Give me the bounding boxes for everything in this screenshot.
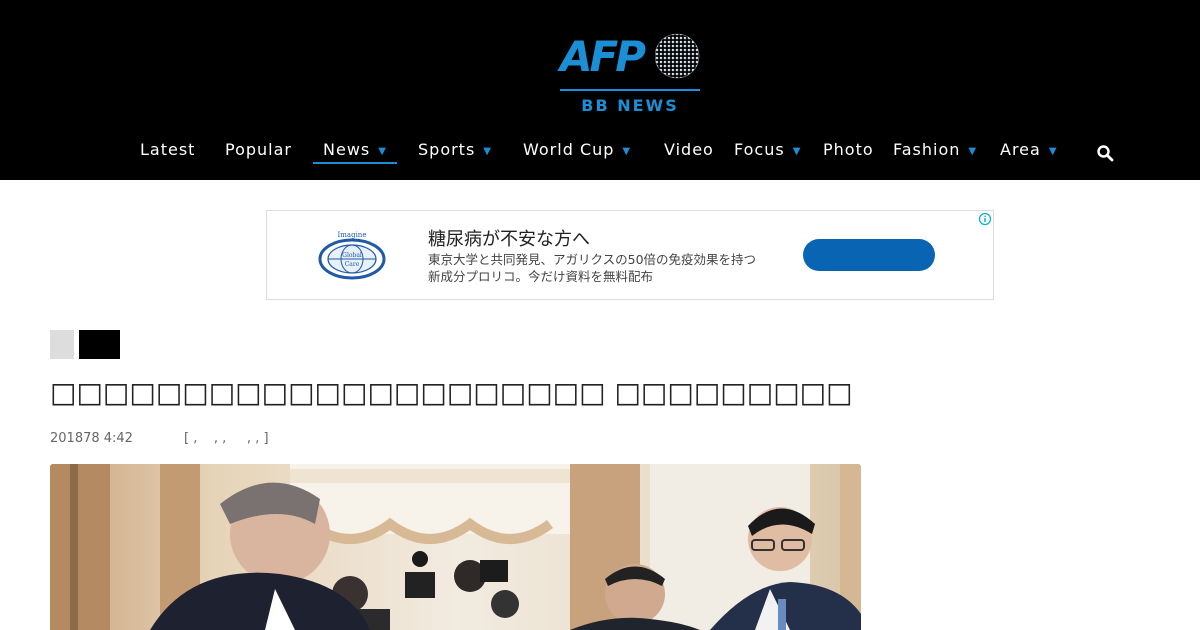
nav-item-popular[interactable]: Popular <box>225 138 292 162</box>
nav-label: Fashion <box>893 140 961 159</box>
nav-label: Focus <box>734 140 785 159</box>
info-icon[interactable] <box>978 212 992 226</box>
nav-item-latest[interactable]: Latest <box>140 138 195 162</box>
logo-wordmark: AFP <box>560 32 646 81</box>
article-date: 201878 4:42 <box>50 431 133 446</box>
nav-item-fashion[interactable]: Fashion ▼ <box>893 138 977 162</box>
chevron-down-icon: ▼ <box>792 146 802 157</box>
logo-subtitle: BB NEWS <box>581 96 679 115</box>
ad-logo-line: Imagine <box>338 231 367 239</box>
nav-item-focus[interactable]: Focus ▼ <box>734 138 801 162</box>
nav-item-news[interactable]: News ▼ <box>313 138 397 164</box>
ad-description: 東京大学と共同発見、アガリクスの50倍の免疫効果を持つ新成分プロリコ。今だけ資料… <box>428 252 757 284</box>
ad-banner[interactable]: Imagine Global Care 糖尿病が不安な方へ 東京大学と共同発見、… <box>266 210 994 300</box>
nav-label: Video <box>664 140 714 159</box>
nav-label: World Cup <box>523 140 615 159</box>
nav-item-video[interactable]: Video <box>664 138 714 162</box>
nav-label: Sports <box>418 140 476 159</box>
article-photo[interactable] <box>50 464 861 630</box>
ad-logo-line: Global <box>342 252 362 259</box>
afp-bb-news-logo[interactable]: AFP BB NEWS <box>560 28 702 120</box>
nav-item-world-cup[interactable]: World Cup ▼ <box>523 138 631 162</box>
nav-item-sports[interactable]: Sports ▼ <box>418 138 492 162</box>
logo-divider <box>560 89 700 91</box>
chevron-down-icon: ▼ <box>1048 146 1058 157</box>
chevron-down-icon: ▼ <box>622 146 632 157</box>
ad-logo-line: Care <box>345 261 360 268</box>
imagine-global-care-logo: Imagine Global Care <box>318 231 386 280</box>
nav-item-area[interactable]: Area ▼ <box>1000 138 1058 162</box>
category-tag-active[interactable] <box>79 330 120 359</box>
ad-title[interactable]: 糖尿病が不安な方へ <box>428 225 590 251</box>
nav-label: Latest <box>140 140 196 159</box>
globe-icon <box>655 33 700 79</box>
chevron-down-icon: ▼ <box>378 146 387 157</box>
nav-label: Popular <box>225 140 292 159</box>
search-icon[interactable] <box>1096 144 1114 162</box>
chevron-down-icon: ▼ <box>483 146 492 157</box>
nav-item-photo[interactable]: Photo <box>823 138 874 162</box>
article-headline: □□□□□□□□□□□□□□□□□□□□□ □□□□□□□□□ <box>50 376 853 409</box>
ad-cta-button[interactable] <box>803 239 935 271</box>
site-header: AFP BB NEWS Latest Popular News ▼ Sports… <box>0 0 1200 180</box>
nav-label: Area <box>1000 140 1041 159</box>
article-source: [ , , , , , ] <box>184 431 269 446</box>
category-tag[interactable] <box>50 330 74 359</box>
chevron-down-icon: ▼ <box>968 146 978 157</box>
article-photo-image <box>50 464 861 630</box>
nav-label: News <box>323 140 371 159</box>
nav-label: Photo <box>823 140 874 159</box>
